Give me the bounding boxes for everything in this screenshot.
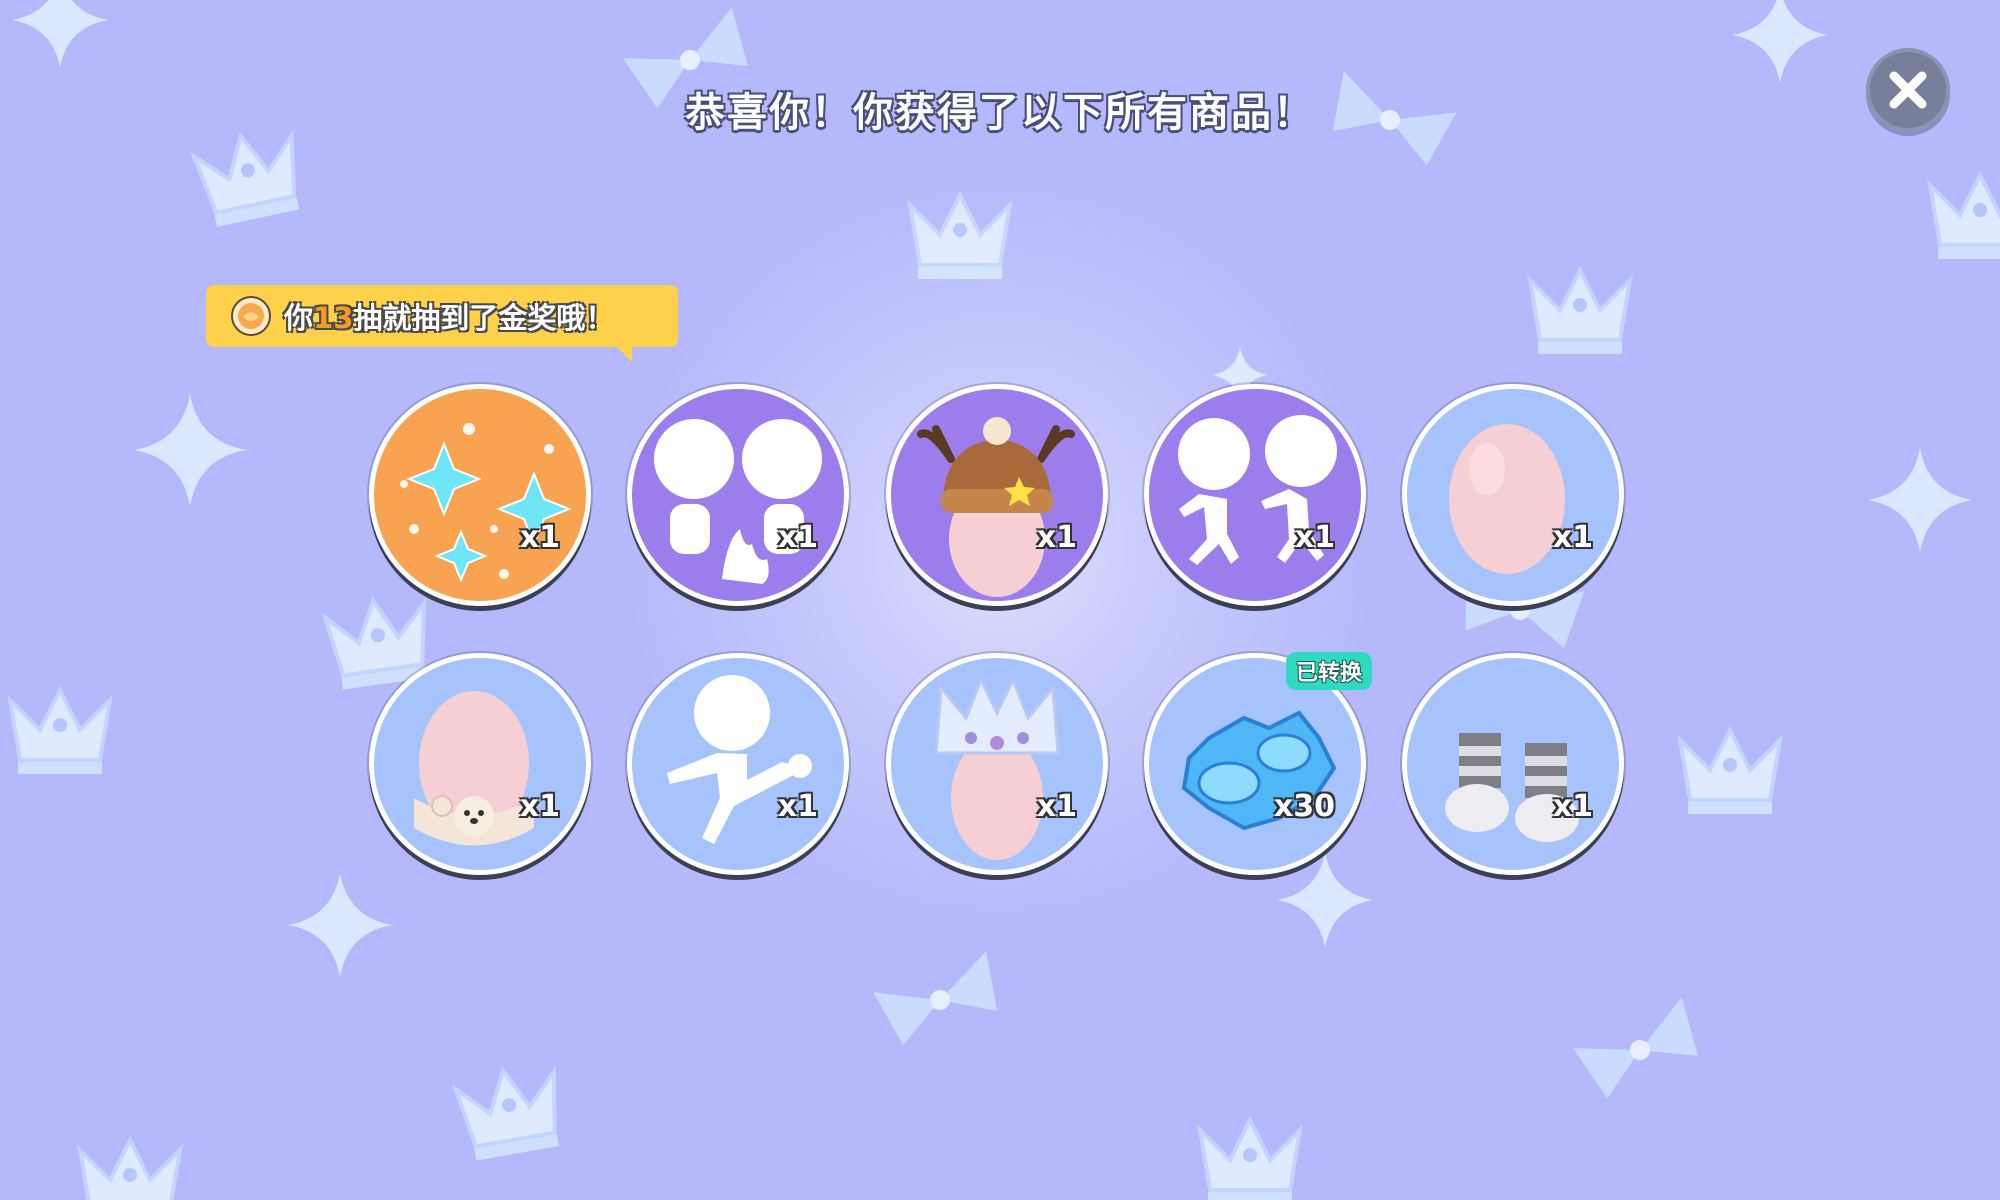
item-quantity: x30 (1273, 789, 1335, 824)
striped-boots-icon (1445, 733, 1579, 842)
reward-item-ice-crown[interactable]: x1 (886, 653, 1108, 875)
item-quantity: x1 (777, 789, 818, 824)
campfire-emote-icon (654, 419, 822, 584)
item-quantity: x1 (1294, 520, 1335, 555)
bear-scarf-icon (414, 691, 534, 846)
close-icon (1889, 71, 1927, 109)
converted-badge: 已转换 (1286, 652, 1373, 690)
item-quantity: x1 (1552, 520, 1593, 555)
reward-item-striped-boots[interactable]: x1 (1402, 653, 1624, 875)
item-quantity: x1 (1036, 789, 1077, 824)
coin-icon (231, 296, 271, 336)
draw-count: 13 (313, 301, 354, 335)
ice-crown-icon (934, 676, 1060, 860)
banner-prefix: 你 (284, 301, 314, 335)
reward-item-reindeer-beanie[interactable]: x1 (886, 384, 1108, 606)
snowflake-icon (400, 423, 572, 583)
pink-head-icon (1449, 424, 1565, 574)
item-quantity: x1 (1036, 520, 1077, 555)
reward-item-pink-head[interactable]: x1 (1402, 384, 1624, 606)
reward-item-skating-emote[interactable]: x1 (1144, 384, 1366, 606)
reward-item-snowflake-effect[interactable]: x1 (369, 384, 591, 606)
item-quantity: x1 (1552, 789, 1593, 824)
kick-pose-icon (667, 675, 812, 844)
item-quantity: x1 (519, 520, 560, 555)
banner-tail (610, 340, 632, 362)
banner-text: 你13抽就抽到了金奖哦！ (284, 295, 614, 337)
reward-title: 恭喜你！你获得了以下所有商品！ (685, 90, 1315, 136)
item-quantity: x1 (519, 789, 560, 824)
close-button[interactable] (1866, 48, 1950, 132)
lucky-draw-banner: 你13抽就抽到了金奖哦！ (206, 285, 678, 347)
banner-suffix: 抽就抽到了金奖哦！ (353, 301, 615, 335)
reindeer-hat-icon (917, 417, 1075, 597)
skating-emote-icon (1178, 415, 1337, 565)
item-quantity: x1 (777, 520, 818, 555)
reward-item-bear-scarf[interactable]: x1 (369, 653, 591, 875)
reward-item-campfire-emote[interactable]: x1 (627, 384, 849, 606)
reward-item-kick-pose[interactable]: x1 (627, 653, 849, 875)
